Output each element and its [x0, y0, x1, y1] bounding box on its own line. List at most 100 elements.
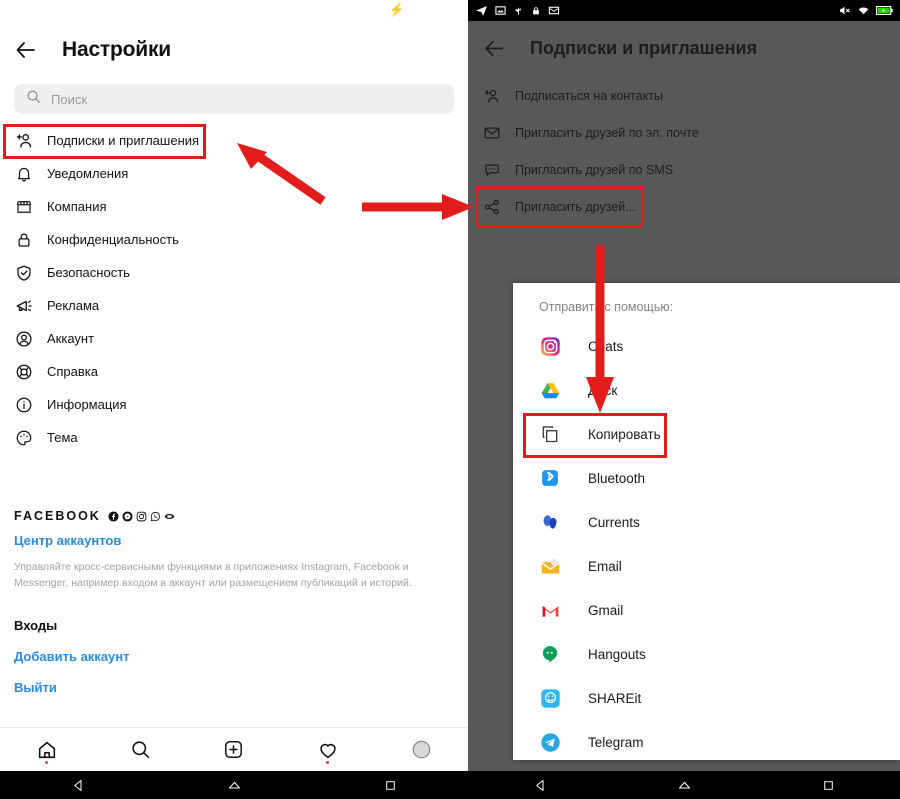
share-target-drive[interactable]: Диск [513, 368, 900, 412]
android-home-button[interactable] [612, 778, 756, 793]
back-arrow-icon[interactable] [482, 37, 506, 61]
usb-icon [515, 7, 521, 15]
right-header: Подписки и приглашения [468, 21, 900, 76]
megaphone-icon [14, 296, 34, 316]
settings-menu-list: Подписки и приглашения Уведомления Компа… [0, 124, 468, 454]
right-android-nav-bar [468, 771, 900, 799]
notification-dot [45, 760, 49, 764]
copy-icon [539, 423, 561, 445]
menu-item-follow-contacts[interactable]: Подписаться на контакты [468, 77, 900, 114]
status-right-icons [838, 4, 893, 17]
share-target-email[interactable]: Email [513, 544, 900, 588]
heart-icon [319, 743, 336, 758]
share-sheet-title: Отправить с помощью: [539, 300, 674, 314]
facebook-description: Управляйте кросс-сервисными функциями в … [14, 561, 412, 590]
android-home-icon [228, 781, 240, 788]
social-icon-row [108, 511, 175, 522]
left-header: Настройки [0, 22, 468, 77]
avatar-icon [412, 740, 430, 759]
share-target-label: Bluetooth [588, 470, 646, 486]
whatsapp-icon [150, 511, 160, 522]
home-icon [38, 741, 55, 758]
left-phone-panel: ⚡ Настройки Поиск Подписки и приглашения… [0, 0, 468, 799]
search-placeholder: Поиск [51, 91, 88, 107]
telegram-icon [476, 6, 487, 16]
android-recents-button[interactable] [756, 779, 900, 792]
sidebar-item-label: Справка [47, 364, 98, 379]
invitations-menu-list: Подписаться на контакты Пригласить друзе… [468, 77, 900, 225]
page-title: Настройки [62, 37, 171, 61]
sidebar-item-security[interactable]: Безопасность [0, 256, 468, 289]
share-target-currents[interactable]: Currents [513, 500, 900, 544]
sidebar-item-theme[interactable]: Тема [0, 421, 468, 454]
share-target-label: Telegram [588, 734, 644, 750]
status-left-icons [475, 4, 560, 17]
share-target-list: Chats Диск Копировать Bluetooth Currents… [513, 324, 900, 764]
facebook-heading: FACEBOOK [14, 509, 101, 523]
android-home-button[interactable] [156, 778, 312, 793]
share-icon [482, 197, 502, 217]
share-target-bluetooth[interactable]: Bluetooth [513, 456, 900, 500]
messenger-icon [122, 511, 133, 522]
tab-activity[interactable] [281, 728, 375, 772]
share-target-chats[interactable]: Chats [513, 324, 900, 368]
notification-dot [326, 760, 330, 764]
share-target-hangouts[interactable]: Hangouts [513, 632, 900, 676]
logout-link[interactable]: Выйти [14, 680, 454, 695]
accounts-center-link[interactable]: Центр аккаунтов [14, 533, 454, 548]
share-target-label: Chats [588, 338, 624, 354]
telegram-icon [539, 731, 561, 753]
menu-item-invite-sms[interactable]: Пригласить друзей по SMS [468, 151, 900, 188]
android-back-button[interactable] [0, 778, 156, 793]
share-target-label: Hangouts [588, 646, 646, 662]
logins-heading: Входы [14, 617, 58, 633]
lifebuoy-icon [14, 362, 34, 382]
share-target-label: Currents [588, 514, 640, 530]
add-person-icon [482, 86, 502, 106]
add-account-link[interactable]: Добавить аккаунт [14, 649, 454, 664]
sidebar-item-label: Реклама [47, 298, 100, 313]
mail-icon [548, 6, 560, 15]
sidebar-item-notifications[interactable]: Уведомления [0, 157, 468, 190]
back-arrow-icon[interactable] [14, 38, 38, 62]
tab-create[interactable] [187, 728, 281, 772]
menu-item-invite-friends-share[interactable]: Пригласить друзей... [468, 188, 900, 225]
account-circle-icon [14, 329, 34, 349]
right-phone-panel: Подписки и приглашения Подписаться на ко… [468, 0, 900, 799]
info-icon [14, 395, 34, 415]
tab-home[interactable] [0, 728, 94, 772]
sidebar-item-ads[interactable]: Реклама [0, 289, 468, 322]
sidebar-item-help[interactable]: Справка [0, 355, 468, 388]
share-target-telegram[interactable]: Telegram [513, 720, 900, 764]
share-target-gmail[interactable]: Gmail [513, 588, 900, 632]
sms-bubble-icon [482, 160, 502, 180]
facebook-title-row: FACEBOOK [14, 509, 454, 523]
share-target-label: Email [588, 558, 622, 574]
gmail-icon [539, 599, 561, 621]
battery-charging-icon [876, 5, 893, 16]
sidebar-item-privacy[interactable]: Конфиденциальность [0, 223, 468, 256]
android-recents-button[interactable] [312, 779, 468, 792]
shareit-icon [539, 687, 561, 709]
menu-item-invite-email[interactable]: Пригласить друзей по эл. почте [468, 114, 900, 151]
share-target-shareit[interactable]: SHAREit [513, 676, 900, 720]
bottom-tab-bar [0, 727, 468, 771]
wifi-icon [858, 7, 869, 15]
search-input[interactable]: Поиск [14, 84, 454, 114]
instagram-icon [539, 335, 561, 357]
tab-search[interactable] [94, 728, 188, 772]
sidebar-item-label: Безопасность [47, 265, 130, 280]
share-target-copy[interactable]: Копировать [513, 412, 900, 456]
sidebar-item-subscriptions[interactable]: Подписки и приглашения [0, 124, 468, 157]
android-back-icon [535, 779, 543, 791]
sidebar-item-info[interactable]: Информация [0, 388, 468, 421]
left-android-nav-bar [0, 771, 468, 799]
sidebar-item-label: Уведомления [47, 166, 129, 181]
sidebar-item-company[interactable]: Компания [0, 190, 468, 223]
android-back-button[interactable] [468, 778, 612, 793]
email-icon [539, 555, 561, 577]
android-home-icon [678, 781, 690, 788]
tab-profile[interactable] [374, 728, 468, 772]
sidebar-item-account[interactable]: Аккаунт [0, 322, 468, 355]
instagram-icon [136, 511, 147, 522]
